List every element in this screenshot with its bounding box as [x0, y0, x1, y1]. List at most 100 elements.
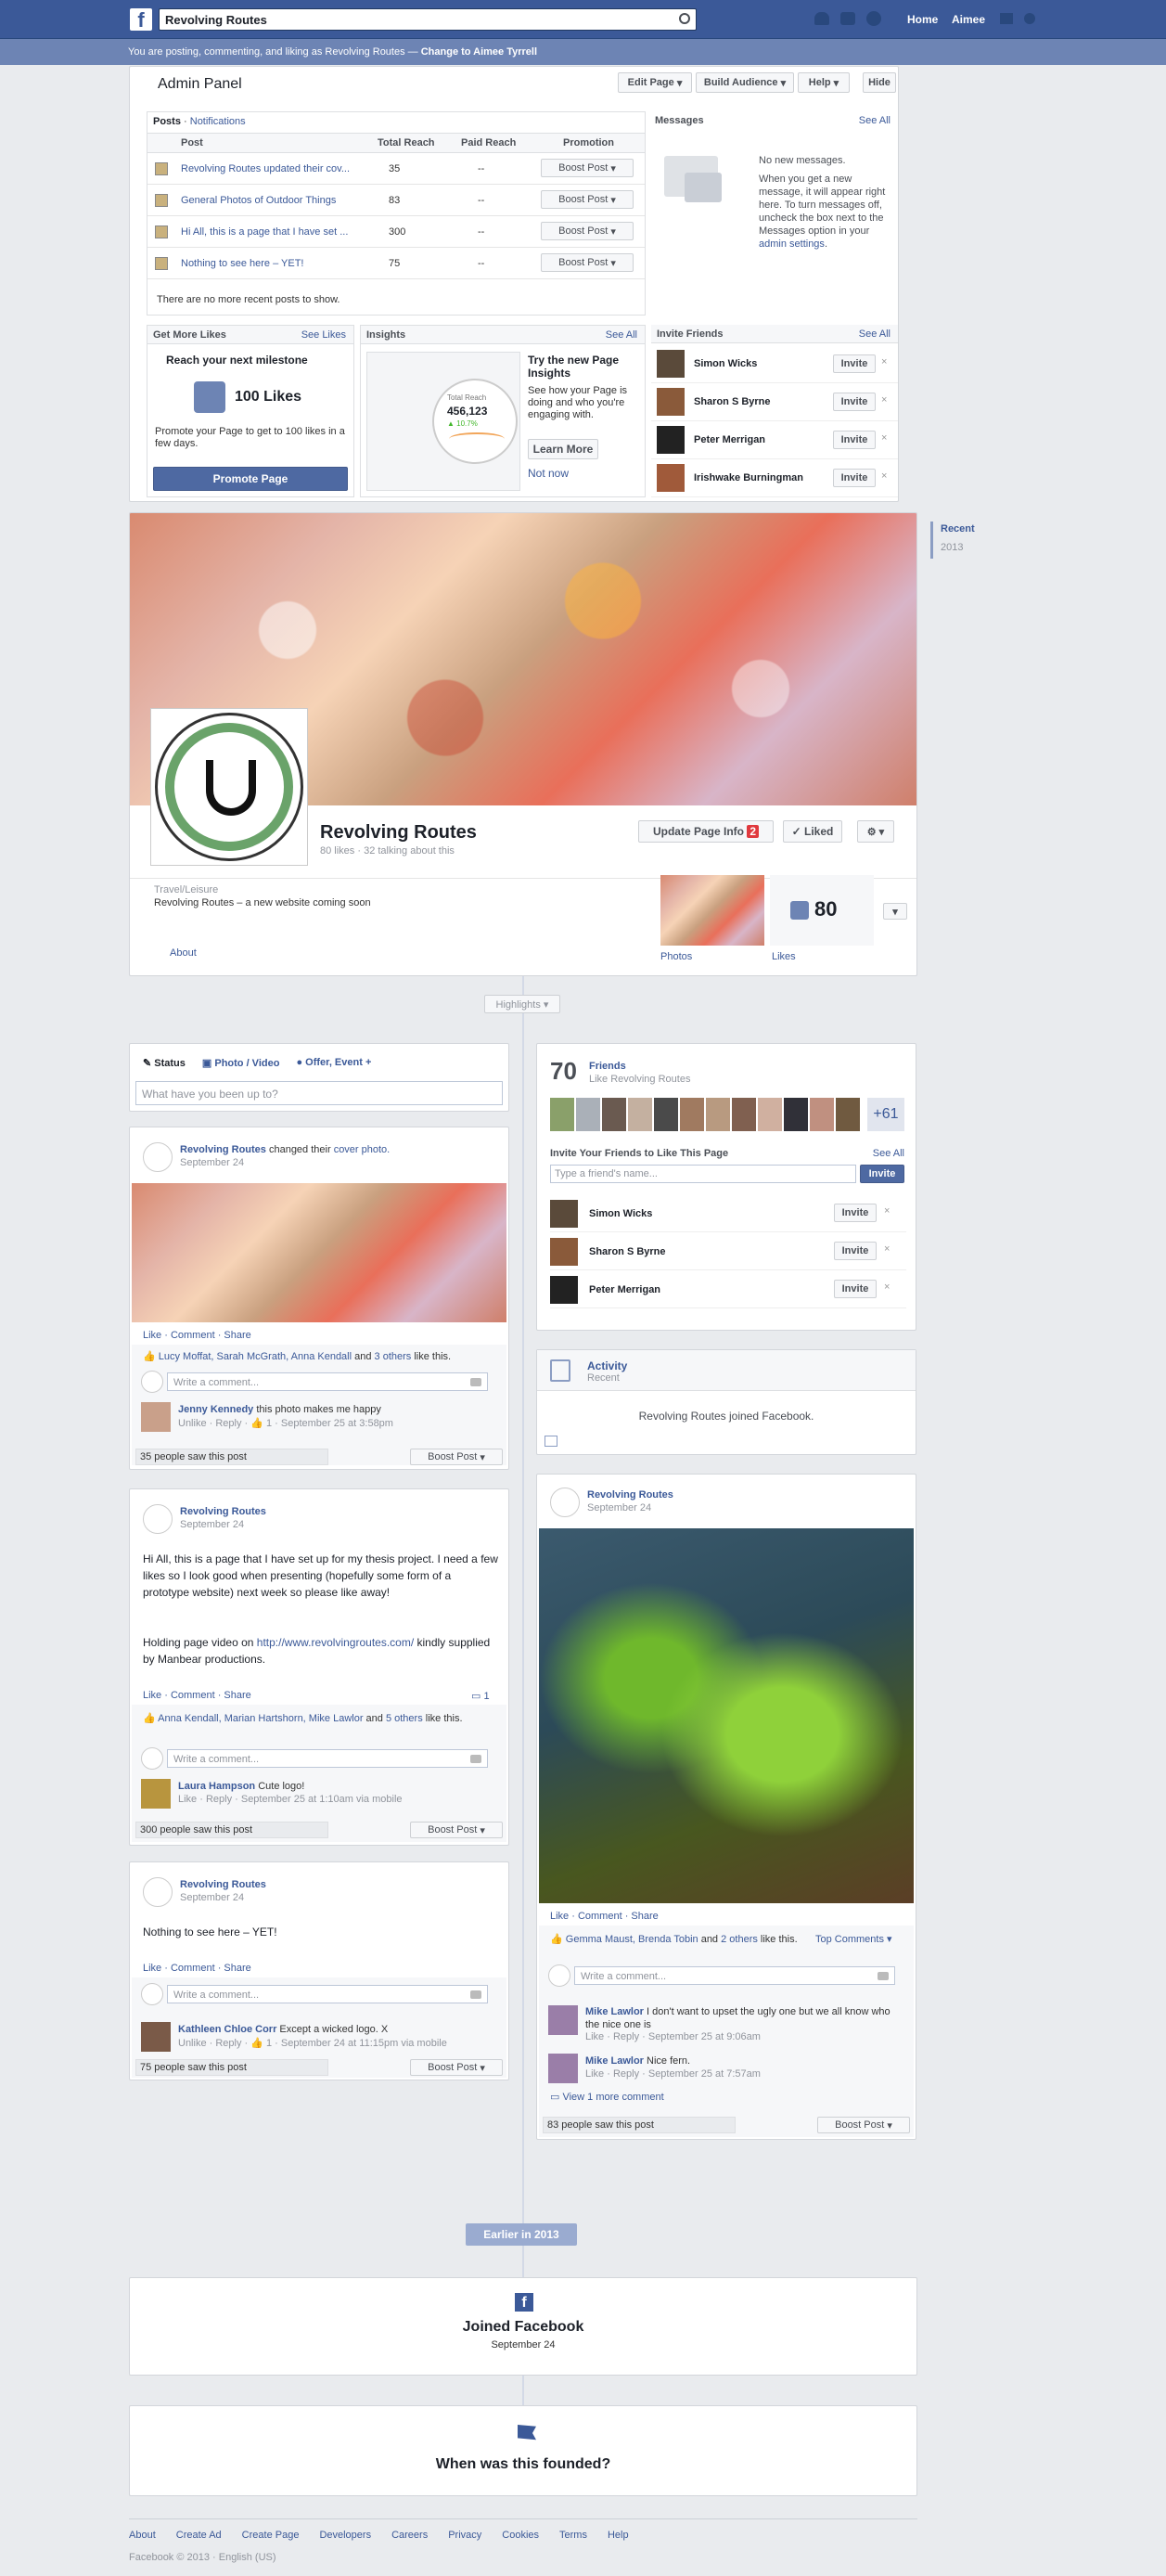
comment-author[interactable]: Kathleen Chloe Corr: [178, 2024, 276, 2035]
comment-meta[interactable]: Like · Reply · September 25 at 9:06am: [585, 2031, 761, 2042]
camera-icon[interactable]: [470, 1990, 481, 1999]
commenter-avatar[interactable]: [141, 1779, 171, 1809]
commenter-avatar[interactable]: [141, 1402, 171, 1432]
camera-icon[interactable]: [470, 1755, 481, 1763]
post-date[interactable]: September 24: [180, 1157, 244, 1168]
insights-see-all[interactable]: See All: [606, 329, 637, 341]
comment-input[interactable]: Write a comment...: [167, 1985, 488, 2003]
invite-button[interactable]: Invite: [834, 1280, 877, 1298]
learn-more-button[interactable]: Learn More: [528, 439, 598, 459]
friend-name[interactable]: Peter Merrigan: [589, 1284, 660, 1295]
avatar[interactable]: [143, 1504, 173, 1534]
footer-link[interactable]: Create Ad: [176, 2530, 222, 2541]
invite-button[interactable]: Invite: [834, 1204, 877, 1222]
friend-photo[interactable]: [680, 1098, 704, 1131]
post-author[interactable]: Revolving Routes: [587, 1489, 673, 1501]
avatar[interactable]: [550, 1488, 580, 1517]
footer-link[interactable]: Help: [608, 2530, 629, 2541]
founded-question[interactable]: When was this founded?: [130, 2456, 916, 2473]
facebook-logo-icon[interactable]: f: [130, 8, 152, 32]
nav-recent[interactable]: Recent: [941, 523, 975, 535]
camera-icon[interactable]: [878, 1972, 889, 1980]
footer-link[interactable]: Developers: [319, 2530, 371, 2541]
friend-avatar[interactable]: [550, 1238, 578, 1266]
search-icon[interactable]: [679, 13, 690, 24]
invite-button[interactable]: Invite: [834, 1242, 877, 1260]
others-link[interactable]: 3 others: [375, 1351, 412, 1362]
post-date[interactable]: September 24: [587, 1502, 651, 1513]
close-icon[interactable]: ×: [881, 394, 887, 406]
footer-link[interactable]: About: [129, 2530, 156, 2541]
others-link[interactable]: 5 others: [386, 1713, 423, 1724]
post-author[interactable]: Revolving Routes: [180, 1144, 266, 1155]
commenter-avatar[interactable]: [548, 2005, 578, 2035]
profile-picture[interactable]: [150, 708, 308, 866]
earlier-label[interactable]: Earlier in 2013: [466, 2223, 577, 2246]
avatar[interactable]: [143, 1877, 173, 1907]
friend-photo[interactable]: [550, 1098, 574, 1131]
post-row[interactable]: Revolving Routes updated their cov... 35…: [147, 153, 645, 185]
friend-photo[interactable]: [706, 1098, 730, 1131]
likers[interactable]: Anna Kendall, Marian Hartshorn, Mike Law…: [158, 1713, 363, 1724]
footer-link[interactable]: Create Page: [242, 2530, 300, 2541]
comment-author[interactable]: Mike Lawlor: [585, 2055, 644, 2067]
hide-button[interactable]: Hide: [863, 72, 896, 93]
friend-photo[interactable]: [654, 1098, 678, 1131]
notifications-icon[interactable]: [866, 11, 881, 26]
post-row[interactable]: Nothing to see here – YET! 75 -- Boost P…: [147, 248, 645, 279]
photos-thumbnail[interactable]: [660, 875, 764, 946]
close-icon[interactable]: ×: [884, 1282, 890, 1293]
comment-input[interactable]: Write a comment...: [574, 1966, 895, 1985]
post-title[interactable]: Nothing to see here – YET!: [181, 258, 304, 269]
activity-title[interactable]: Activity: [587, 1359, 627, 1372]
comment-author[interactable]: Mike Lawlor: [585, 2006, 644, 2017]
help-button[interactable]: Help ▾: [798, 72, 850, 93]
commenter-avatar[interactable]: [141, 2022, 171, 2052]
invite-button[interactable]: Invite: [833, 469, 876, 487]
cover-photo-link[interactable]: cover photo.: [334, 1144, 391, 1155]
fern-photo[interactable]: [539, 1528, 914, 1903]
boost-post-button[interactable]: Boost Post ▾: [541, 222, 634, 240]
admin-settings-link[interactable]: admin settings: [759, 238, 825, 250]
top-comments-dropdown[interactable]: Top Comments ▾: [815, 1933, 892, 1945]
friend-name[interactable]: Sharon S Byrne: [694, 396, 771, 407]
likes-label[interactable]: Likes: [772, 951, 796, 962]
story-icon[interactable]: [545, 1436, 557, 1447]
profile-link[interactable]: Aimee: [952, 13, 985, 26]
invite-see-all[interactable]: See All: [859, 328, 891, 340]
boost-post-button[interactable]: Boost Post ▾: [541, 253, 634, 272]
post-actions[interactable]: Like · Comment · Share: [143, 1963, 251, 1974]
tab-notifications[interactable]: Notifications: [190, 116, 246, 127]
comments-count[interactable]: ▭ 1: [471, 1690, 490, 1702]
home-link[interactable]: Home: [907, 13, 938, 26]
friend-avatar[interactable]: [550, 1276, 578, 1304]
friend-photo[interactable]: [576, 1098, 600, 1131]
search-input[interactable]: Revolving Routes: [159, 8, 697, 31]
invite-see-all[interactable]: See All: [873, 1148, 904, 1159]
close-icon[interactable]: ×: [884, 1205, 890, 1217]
friend-avatar[interactable]: [550, 1200, 578, 1228]
boost-post-button[interactable]: Boost Post ▾: [410, 2059, 503, 2076]
about-link[interactable]: About: [170, 947, 197, 959]
boost-post-button[interactable]: Boost Post ▾: [541, 159, 634, 177]
liked-button[interactable]: ✓ Liked: [783, 820, 842, 843]
view-more-comments[interactable]: ▭ View 1 more comment: [550, 2091, 664, 2103]
offer-tab[interactable]: ● Offer, Event +: [296, 1057, 371, 1069]
update-page-info-button[interactable]: Update Page Info 2: [638, 820, 774, 843]
friend-name[interactable]: Simon Wicks: [589, 1208, 652, 1219]
post-row[interactable]: General Photos of Outdoor Things 83 -- B…: [147, 185, 645, 216]
likes-box[interactable]: 80: [770, 875, 874, 946]
friend-photo[interactable]: [628, 1098, 652, 1131]
post-title[interactable]: Hi All, this is a page that I have set .…: [181, 226, 348, 238]
post-title[interactable]: Revolving Routes updated their cov...: [181, 163, 350, 174]
promote-page-button[interactable]: Promote Page: [153, 467, 348, 491]
comment-meta[interactable]: Unlike · Reply · 👍 1 · September 24 at 1…: [178, 2037, 447, 2049]
likers[interactable]: Gemma Maust, Brenda Tobin: [566, 1934, 698, 1945]
highlights-button[interactable]: Highlights ▾: [484, 995, 560, 1013]
nav-2013[interactable]: 2013: [941, 542, 975, 553]
close-icon[interactable]: ×: [881, 432, 887, 444]
photos-label[interactable]: Photos: [660, 951, 692, 962]
others-link[interactable]: 2 others: [721, 1934, 758, 1945]
post-actions[interactable]: Like · Comment · Share: [143, 1690, 251, 1701]
more-apps-button[interactable]: ▾: [883, 903, 907, 920]
